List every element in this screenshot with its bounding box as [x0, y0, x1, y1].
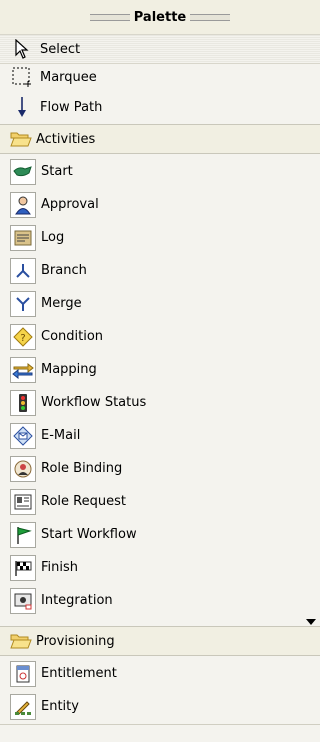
checkered-flag-icon [10, 554, 36, 581]
integration-icon [10, 587, 36, 614]
grip-left [89, 13, 130, 21]
palette-title-bar[interactable]: Palette [0, 0, 320, 34]
mapping-arrows-icon [10, 356, 36, 383]
email-icon [10, 422, 36, 449]
entry-role-binding[interactable]: Role Binding [0, 452, 320, 485]
entry-label: Integration [41, 593, 113, 608]
svg-text:?: ? [20, 333, 25, 344]
provisioning-list: Entitlement Entity [0, 657, 320, 723]
select-tool[interactable]: Select [0, 34, 320, 64]
branch-icon [10, 257, 36, 284]
palette-title: Palette [133, 9, 187, 25]
marquee-icon [10, 65, 34, 89]
role-binding-icon [10, 455, 36, 482]
entry-role-request[interactable]: Role Request [0, 485, 320, 518]
entry-label: Start [41, 164, 73, 179]
entry-condition[interactable]: ? Condition [0, 320, 320, 353]
approval-person-icon [10, 191, 36, 218]
traffic-light-icon [10, 389, 36, 416]
down-arrow-icon [10, 95, 34, 119]
drawer-activities[interactable]: Activities [0, 124, 320, 154]
green-flag-icon [10, 521, 36, 548]
entry-branch[interactable]: Branch [0, 254, 320, 287]
entry-label: Approval [41, 197, 99, 212]
flow-path-tool[interactable]: Flow Path [0, 92, 320, 122]
entry-integration[interactable]: Integration [0, 584, 320, 617]
activities-list: Start Approval Log Branch Merge ? Condit… [0, 155, 320, 617]
entry-mapping[interactable]: Mapping [0, 353, 320, 386]
palette-panel: Palette Select Marquee Flow Path Activit… [0, 0, 320, 742]
select-label: Select [40, 41, 81, 57]
entry-finish[interactable]: Finish [0, 551, 320, 584]
scroll-down-icon[interactable] [305, 616, 317, 626]
entry-label: Role Binding [41, 461, 123, 476]
entry-log[interactable]: Log [0, 221, 320, 254]
entry-label: Entitlement [41, 666, 117, 681]
marquee-label: Marquee [40, 69, 97, 85]
flow-path-label: Flow Path [40, 99, 103, 115]
log-icon [10, 224, 36, 251]
entry-label: Mapping [41, 362, 97, 377]
entry-label: Finish [41, 560, 79, 575]
entry-label: Branch [41, 263, 87, 278]
arrow-cursor-icon [10, 37, 34, 61]
merge-icon [10, 290, 36, 317]
entry-workflow-status[interactable]: Workflow Status [0, 386, 320, 419]
drawer-activities-label: Activities [36, 131, 96, 147]
entry-entity[interactable]: Entity [0, 690, 320, 723]
role-request-icon [10, 488, 36, 515]
entry-entitlement[interactable]: Entitlement [0, 657, 320, 690]
entry-start[interactable]: Start [0, 155, 320, 188]
folder-open-icon [10, 632, 32, 650]
divider [0, 724, 320, 725]
entry-label: Condition [41, 329, 104, 344]
entry-approval[interactable]: Approval [0, 188, 320, 221]
drawer-provisioning-label: Provisioning [36, 633, 115, 649]
marquee-tool[interactable]: Marquee [0, 62, 320, 92]
entry-label: Log [41, 230, 65, 245]
entity-icon [10, 693, 36, 720]
entry-label: Entity [41, 699, 79, 714]
entry-label: Start Workflow [41, 527, 137, 542]
grip-right [190, 13, 231, 21]
folder-open-icon [10, 130, 32, 148]
start-icon [10, 158, 36, 185]
entry-label: E-Mail [41, 428, 81, 443]
drawer-provisioning[interactable]: Provisioning [0, 626, 320, 656]
entitlement-icon [10, 660, 36, 687]
entry-email[interactable]: E-Mail [0, 419, 320, 452]
entry-label: Merge [41, 296, 82, 311]
entry-label: Role Request [41, 494, 126, 509]
entry-start-workflow[interactable]: Start Workflow [0, 518, 320, 551]
entry-label: Workflow Status [41, 395, 147, 410]
condition-diamond-icon: ? [10, 323, 36, 350]
entry-merge[interactable]: Merge [0, 287, 320, 320]
